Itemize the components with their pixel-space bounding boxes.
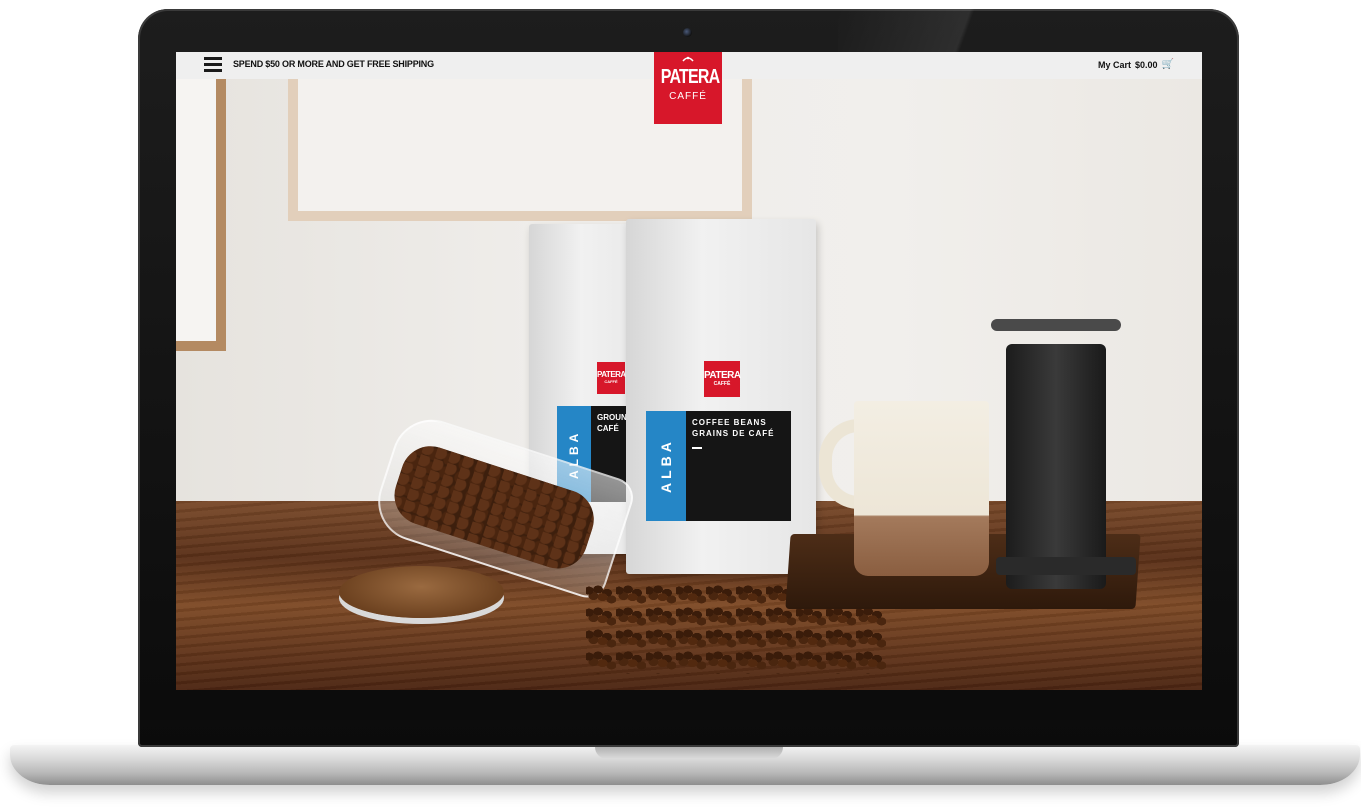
bag-logo-sub: CAFFÉ [604, 379, 618, 384]
bag-title: COFFEE BEANS GRAINS DE CAFÉ [686, 411, 780, 521]
logo-bean-icon [682, 56, 694, 62]
bag-label: ALBA COFFEE BEANS GRAINS DE CAFÉ [646, 411, 791, 521]
cart-label: My Cart [1098, 59, 1132, 70]
logo-name: PATERA [660, 66, 720, 88]
cart-link[interactable]: My Cart $0.00 🛒 [1098, 59, 1174, 70]
laptop-base [10, 745, 1360, 785]
bag-logo-name: PATERA [597, 370, 626, 379]
cart-total: $0.00 [1135, 59, 1158, 70]
free-shipping-promo: SPEND $50 OR MORE AND GET FREE SHIPPING [233, 59, 434, 69]
patera-caffe-logo[interactable]: PATERA CAFFÉ [654, 52, 722, 124]
bag-logo-name: PATERA [704, 370, 741, 381]
coffee-mug [854, 401, 989, 576]
bag-side-label: ALBA [646, 411, 686, 521]
webcam-icon [683, 28, 692, 37]
bag-logo: PATERA CAFFÉ [704, 361, 741, 397]
aeropress-base [996, 557, 1136, 575]
bag-title-line2: GRAINS DE CAFÉ [692, 429, 775, 438]
hamburger-menu-icon[interactable] [204, 57, 222, 72]
shopping-cart-icon: 🛒 [1161, 59, 1174, 70]
laptop-bezel: SPEND $50 OR MORE AND GET FREE SHIPPING … [138, 9, 1239, 747]
laptop-screen: SPEND $50 OR MORE AND GET FREE SHIPPING … [176, 52, 1202, 690]
picture-frame-left [176, 79, 226, 351]
aeropress-top [991, 319, 1121, 331]
bag-divider [692, 447, 702, 449]
logo-subtitle: CAFFÉ [669, 91, 707, 102]
aeropress [1006, 344, 1106, 589]
bag-title-line1: COFFEE BEANS [692, 418, 767, 427]
coffee-bag-front: PATERA CAFFÉ ALBA COFFEE BEANS GRAINS DE… [626, 219, 816, 574]
jar-lid [339, 566, 504, 618]
hero-image: PATERA CAFFÉ ALBA GROUND CAFÉ PATERA CAF… [176, 79, 1202, 690]
bag-logo-sub: CAFFÉ [713, 381, 731, 387]
laptop-base-notch [595, 745, 783, 759]
bag-logo: PATERA CAFFÉ [597, 362, 626, 394]
